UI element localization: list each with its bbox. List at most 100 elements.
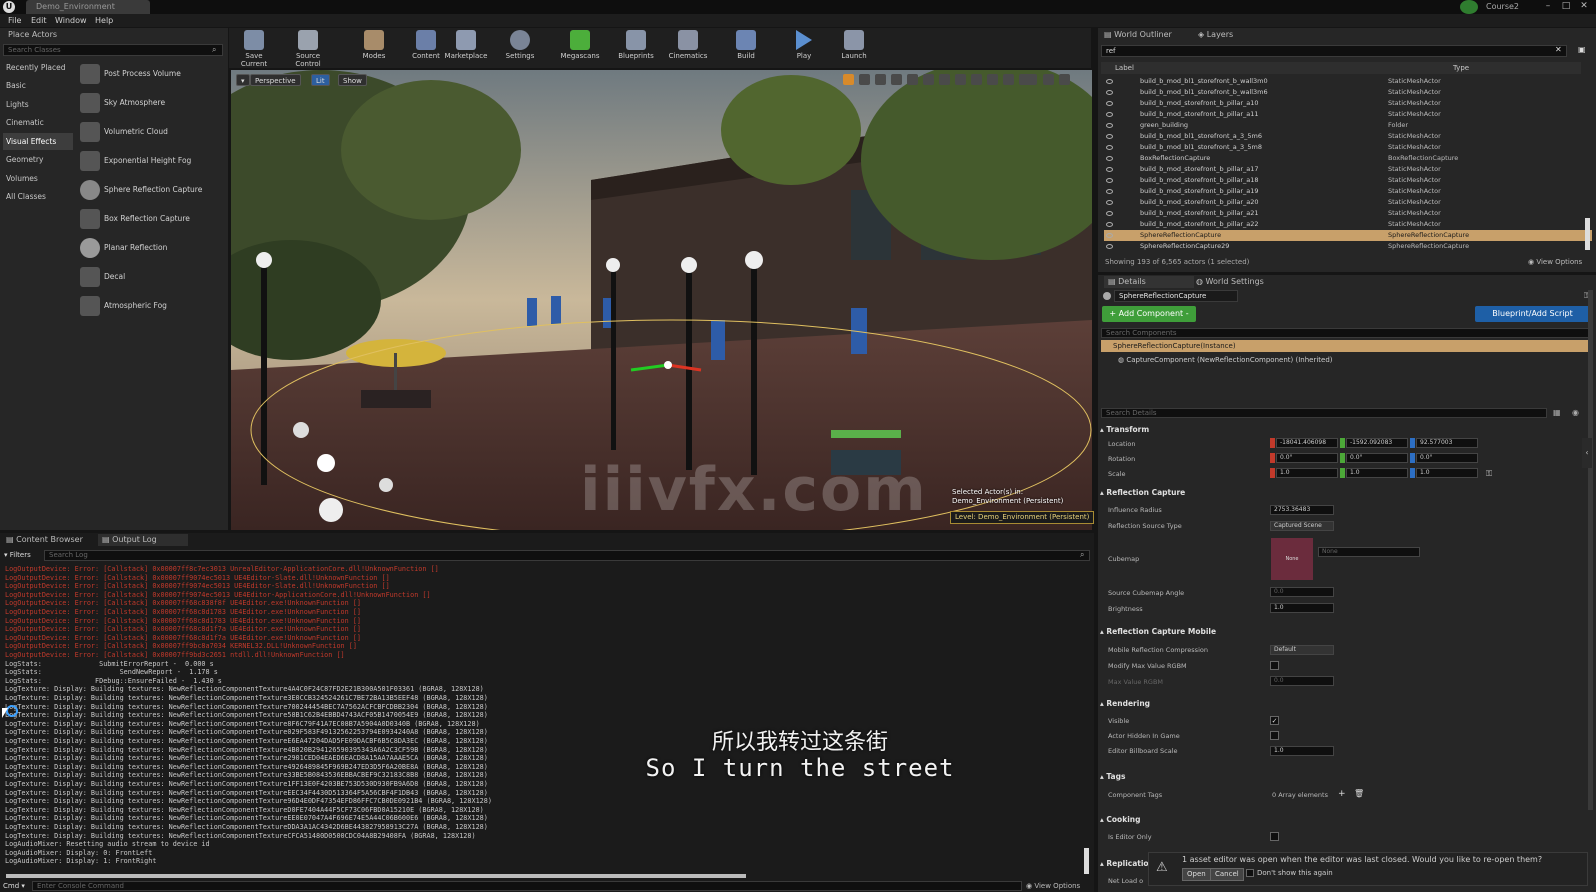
visible-checkbox[interactable]: ✓ (1270, 716, 1279, 725)
realtime-icon[interactable] (843, 74, 854, 85)
tab-output-log[interactable]: ▤ Output Log (98, 534, 188, 546)
filters-dropdown[interactable]: ▾ Filters (4, 550, 31, 561)
open-button[interactable]: Open (1182, 868, 1211, 881)
brightness-field[interactable]: 1.0 (1270, 603, 1334, 613)
billboard-scale-field[interactable]: 1.0 (1270, 746, 1334, 756)
actor-sky-atmosphere[interactable]: Sky Atmosphere (78, 90, 224, 116)
actor-name-input[interactable]: SphereReflectionCapture (1114, 290, 1238, 302)
location-x-field[interactable]: -18041.406098 (1276, 438, 1338, 448)
component-instance-row[interactable]: SphereReflectionCapture(Instance) (1101, 340, 1591, 352)
category-basic[interactable]: Basic (3, 77, 73, 94)
section-reflection-capture[interactable]: ▴ Reflection Capture (1100, 487, 1594, 499)
menu-help[interactable]: Help (95, 14, 113, 27)
location-y-field[interactable]: -1592.092083 (1346, 438, 1408, 448)
reflection-source-type-select[interactable]: Captured Scene (1270, 521, 1334, 531)
editor-only-checkbox[interactable] (1270, 832, 1279, 841)
launch-button[interactable]: Launch (832, 30, 876, 66)
scale-x-field[interactable]: 1.0 (1276, 468, 1338, 478)
category-visual-effects[interactable]: Visual Effects (3, 133, 73, 150)
grid-size-icon[interactable] (955, 74, 966, 85)
actor-volumetric-cloud[interactable]: Volumetric Cloud (78, 119, 224, 145)
tab-content-browser[interactable]: ▤ Content Browser (6, 534, 83, 546)
add-folder-icon[interactable]: ▣ (1578, 45, 1586, 54)
visibility-eye-icon[interactable] (1106, 90, 1113, 95)
section-reflection-capture-mobile[interactable]: ▴ Reflection Capture Mobile (1100, 626, 1594, 638)
category-recently-placed[interactable]: Recently Placed (3, 59, 73, 76)
visibility-eye-icon[interactable] (1106, 101, 1113, 106)
perspective-button[interactable]: Perspective (250, 74, 301, 86)
cinematics-button[interactable]: Cinematics (666, 30, 710, 66)
cubemap-asset-select[interactable]: None (1318, 547, 1420, 557)
outliner-row[interactable]: build_b_mod_storefront_b_pillar_a11 Stati… (1104, 109, 1592, 120)
source-control-button[interactable]: Source Control (286, 30, 330, 68)
visibility-eye-icon[interactable] (1106, 145, 1113, 150)
tab-details[interactable]: ▤ Details (1104, 276, 1194, 288)
document-tab[interactable]: Demo_Environment (26, 0, 150, 14)
maximize-icon[interactable]: □ (1558, 0, 1574, 12)
outliner-row[interactable]: build_b_mod_bl1_storefront_a_3_5m8 Static… (1104, 142, 1592, 153)
influence-radius-field[interactable]: 2753.36483 (1270, 505, 1334, 515)
settings-button[interactable]: Settings (498, 30, 542, 66)
rotation-label[interactable]: Rotation (1108, 454, 1135, 464)
visibility-eye-icon[interactable] (1106, 167, 1113, 172)
capture-component-row[interactable]: ◍ CaptureComponent (NewReflectionCompone… (1118, 356, 1333, 364)
outliner-row[interactable]: build_b_mod_bl1_storefront_b_wall3m0 Stat… (1104, 76, 1592, 87)
translate-icon[interactable] (859, 74, 870, 85)
lit-button[interactable]: Lit (311, 74, 330, 86)
maximize-viewport-icon[interactable] (1059, 74, 1070, 85)
rotation-y-field[interactable]: 0.0° (1346, 453, 1408, 463)
outliner-search-input[interactable]: ref (1101, 45, 1567, 57)
outliner-row[interactable]: build_b_mod_bl1_storefront_a_3_5m6 Static… (1104, 131, 1592, 142)
location-label[interactable]: Location (1108, 439, 1136, 449)
trash-icon[interactable]: 🗑 (1354, 789, 1364, 798)
tab-world-outliner[interactable]: ▤ World Outliner (1104, 29, 1172, 41)
tab-place-actors[interactable]: Place Actors (8, 29, 57, 41)
actor-box-reflection-capture[interactable]: Box Reflection Capture (78, 206, 224, 232)
play-button[interactable]: Play (782, 30, 826, 66)
section-transform[interactable]: ▴ Transform (1100, 424, 1594, 436)
collapse-panel-icon[interactable]: ‹ (1582, 438, 1592, 468)
category-cinematic[interactable]: Cinematic (3, 114, 73, 131)
show-button[interactable]: Show (338, 74, 367, 86)
section-rendering[interactable]: ▴ Rendering (1100, 698, 1594, 710)
rotate-icon[interactable] (875, 74, 886, 85)
category-geometry[interactable]: Geometry (3, 151, 73, 168)
section-tags[interactable]: ▴ Tags (1100, 771, 1594, 783)
modes-button[interactable]: Modes (352, 30, 396, 66)
details-scrollbar[interactable] (1588, 290, 1593, 810)
outliner-row[interactable]: build_b_mod_storefront_b_pillar_a21 Stati… (1104, 208, 1592, 219)
scale-label[interactable]: Scale (1108, 469, 1126, 479)
outliner-row[interactable]: build_b_mod_storefront_b_pillar_a10 Stati… (1104, 98, 1592, 109)
location-z-field[interactable]: 92.577003 (1416, 438, 1478, 448)
tab-world-settings[interactable]: ◍ World Settings (1196, 276, 1264, 288)
outliner-view-options[interactable]: ◉ View Options (1528, 258, 1582, 266)
outliner-row[interactable]: build_b_mod_storefront_b_pillar_a18 Stati… (1104, 175, 1592, 186)
marketplace-button[interactable]: Marketplace (444, 30, 488, 66)
minimize-icon[interactable]: – (1540, 0, 1556, 12)
console-command-input[interactable]: Enter Console Command (32, 881, 1022, 891)
actor-sphere-reflection-capture[interactable]: Sphere Reflection Capture (78, 177, 224, 203)
visibility-eye-icon[interactable] (1106, 178, 1113, 183)
surface-snap-icon[interactable] (923, 74, 934, 85)
outliner-row[interactable]: SphereReflectionCapture SphereReflectionC… (1104, 230, 1592, 241)
column-label[interactable]: Label (1115, 62, 1134, 74)
modify-max-value-checkbox[interactable] (1270, 661, 1279, 670)
source-cubemap-angle-field[interactable]: 0.0 (1270, 587, 1334, 597)
outliner-row[interactable]: BoxReflectionCapture BoxReflectionCapture (1104, 153, 1592, 164)
rotation-snap-icon[interactable] (971, 74, 982, 85)
category-volumes[interactable]: Volumes (3, 170, 73, 187)
eye-icon[interactable]: ◉ (1572, 408, 1579, 417)
scale-lock-icon[interactable]: ⚿ (1486, 469, 1492, 479)
actor-hidden-checkbox[interactable] (1270, 731, 1279, 740)
outliner-row[interactable]: build_b_mod_storefront_b_pillar_a19 Stati… (1104, 186, 1592, 197)
outliner-row[interactable]: SphereReflectionCapture29 SphereReflectio… (1104, 241, 1592, 252)
section-cooking[interactable]: ▴ Cooking (1100, 814, 1594, 826)
column-type[interactable]: Type (1453, 62, 1469, 74)
visibility-eye-icon[interactable] (1106, 156, 1113, 161)
grid-snap-icon[interactable] (939, 74, 950, 85)
category-lights[interactable]: Lights (3, 96, 73, 113)
megascans-button[interactable]: Megascans (558, 30, 602, 66)
camera-speed-icon[interactable] (1043, 74, 1054, 85)
actor-atmospheric-fog[interactable]: Atmospheric Fog (78, 293, 224, 319)
angle-size-icon[interactable] (987, 74, 998, 85)
